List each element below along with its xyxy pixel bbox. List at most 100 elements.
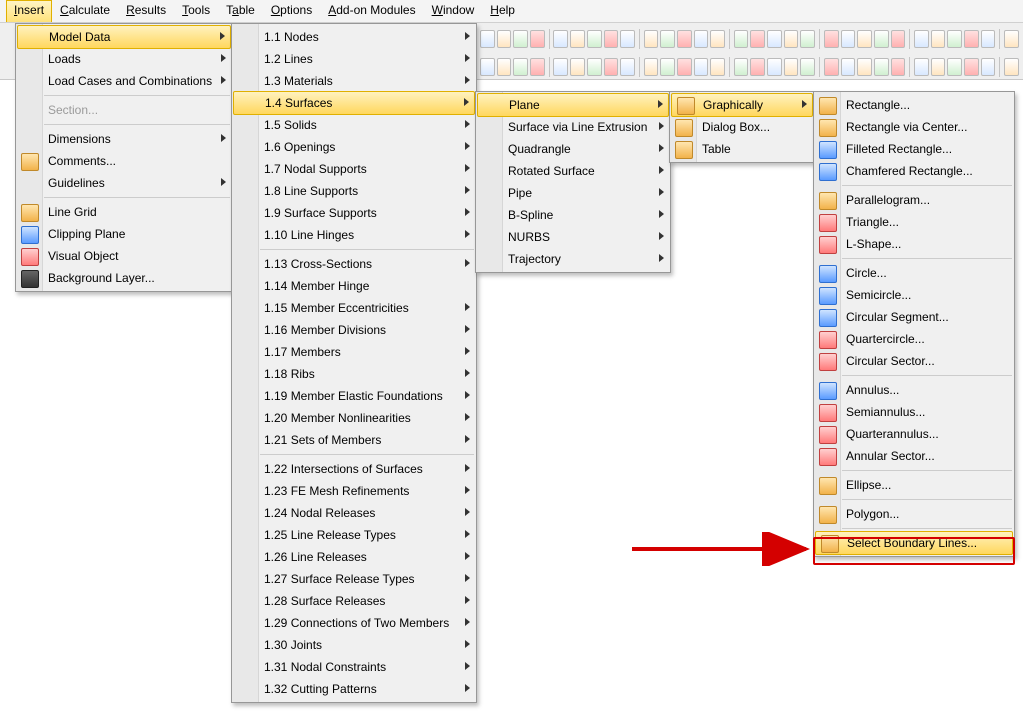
toolbar-button[interactable] (497, 30, 512, 48)
menu-item-line-grid[interactable]: Line Grid (16, 201, 232, 223)
toolbar-button[interactable] (824, 30, 839, 48)
toolbar-button[interactable] (800, 30, 815, 48)
menu-item-1-1-nodes[interactable]: 1.1 Nodes (232, 26, 476, 48)
menu-item-trajectory[interactable]: Trajectory (476, 248, 670, 270)
menu-item-1-29-connections-of-two-members[interactable]: 1.29 Connections of Two Members (232, 612, 476, 634)
toolbar-button[interactable] (874, 30, 889, 48)
toolbar-button[interactable] (710, 30, 725, 48)
toolbar-button[interactable] (931, 30, 946, 48)
menu-item-nurbs[interactable]: NURBS (476, 226, 670, 248)
menu-item-quartercircle[interactable]: Quartercircle... (814, 328, 1014, 350)
menu-item-pipe[interactable]: Pipe (476, 182, 670, 204)
menu-item-rotated-surface[interactable]: Rotated Surface (476, 160, 670, 182)
menu-item-annulus[interactable]: Annulus... (814, 379, 1014, 401)
toolbar-button[interactable] (660, 30, 675, 48)
menu-item-semicircle[interactable]: Semicircle... (814, 284, 1014, 306)
menu-item-ellipse[interactable]: Ellipse... (814, 474, 1014, 496)
menu-item-chamfered-rectangle[interactable]: Chamfered Rectangle... (814, 160, 1014, 182)
menu-item-1-21-sets-of-members[interactable]: 1.21 Sets of Members (232, 429, 476, 451)
menu-item-1-10-line-hinges[interactable]: 1.10 Line Hinges (232, 224, 476, 246)
menu-item-graphically[interactable]: Graphically (671, 93, 813, 117)
menu-item-1-32-cutting-patterns[interactable]: 1.32 Cutting Patterns (232, 678, 476, 700)
menu-item-loads[interactable]: Loads (16, 48, 232, 70)
toolbar-button[interactable] (981, 30, 996, 48)
menu-item-filleted-rectangle[interactable]: Filleted Rectangle... (814, 138, 1014, 160)
menu-item-plane[interactable]: Plane (477, 93, 669, 117)
menu-item-1-17-members[interactable]: 1.17 Members (232, 341, 476, 363)
toolbar-button[interactable] (981, 58, 996, 76)
toolbar-button[interactable] (644, 30, 659, 48)
toolbar-button[interactable] (767, 58, 782, 76)
menu-item-dialog-box[interactable]: Dialog Box... (670, 116, 814, 138)
menu-item-parallelogram[interactable]: Parallelogram... (814, 189, 1014, 211)
menu-item-clipping-plane[interactable]: Clipping Plane (16, 223, 232, 245)
menu-item-1-28-surface-releases[interactable]: 1.28 Surface Releases (232, 590, 476, 612)
toolbar-button[interactable] (891, 58, 906, 76)
menubar-item-insert[interactable]: Insert (6, 0, 52, 22)
menu-item-1-31-nodal-constraints[interactable]: 1.31 Nodal Constraints (232, 656, 476, 678)
toolbar-button[interactable] (857, 30, 872, 48)
toolbar-button[interactable] (497, 58, 512, 76)
menu-item-1-24-nodal-releases[interactable]: 1.24 Nodal Releases (232, 502, 476, 524)
toolbar-button[interactable] (734, 30, 749, 48)
menu-item-1-2-lines[interactable]: 1.2 Lines (232, 48, 476, 70)
menu-item-rectangle-via-center[interactable]: Rectangle via Center... (814, 116, 1014, 138)
menu-item-comments[interactable]: Comments... (16, 150, 232, 172)
menu-item-1-26-line-releases[interactable]: 1.26 Line Releases (232, 546, 476, 568)
menu-item-1-19-member-elastic-foundations[interactable]: 1.19 Member Elastic Foundations (232, 385, 476, 407)
menu-item-1-30-joints[interactable]: 1.30 Joints (232, 634, 476, 656)
toolbar-button[interactable] (604, 30, 619, 48)
toolbar-button[interactable] (480, 58, 495, 76)
menu-item-visual-object[interactable]: Visual Object (16, 245, 232, 267)
menu-item-background-layer[interactable]: Background Layer... (16, 267, 232, 289)
toolbar-button[interactable] (513, 30, 528, 48)
menu-item-1-14-member-hinge[interactable]: 1.14 Member Hinge (232, 275, 476, 297)
toolbar-button[interactable] (964, 30, 979, 48)
menu-item-1-16-member-divisions[interactable]: 1.16 Member Divisions (232, 319, 476, 341)
menubar-item-window[interactable]: Window (424, 0, 483, 22)
menu-item-1-13-cross-sections[interactable]: 1.13 Cross-Sections (232, 253, 476, 275)
menubar-item-addonmodules[interactable]: Add-on Modules (320, 0, 423, 22)
toolbar-button[interactable] (694, 30, 709, 48)
toolbar-button[interactable] (914, 58, 929, 76)
menu-item-quadrangle[interactable]: Quadrangle (476, 138, 670, 160)
toolbar-button[interactable] (964, 58, 979, 76)
menu-item-1-3-materials[interactable]: 1.3 Materials (232, 70, 476, 92)
toolbar-button[interactable] (824, 58, 839, 76)
menu-item-circular-segment[interactable]: Circular Segment... (814, 306, 1014, 328)
toolbar-button[interactable] (644, 58, 659, 76)
toolbar-button[interactable] (480, 30, 495, 48)
menu-item-surface-via-line-extrusion[interactable]: Surface via Line Extrusion (476, 116, 670, 138)
menu-item-1-7-nodal-supports[interactable]: 1.7 Nodal Supports (232, 158, 476, 180)
toolbar-button[interactable] (1004, 58, 1019, 76)
menubar-item-help[interactable]: Help (482, 0, 523, 22)
toolbar-button[interactable] (1004, 30, 1019, 48)
toolbar-button[interactable] (750, 30, 765, 48)
menu-item-1-15-member-eccentricities[interactable]: 1.15 Member Eccentricities (232, 297, 476, 319)
menu-item-1-25-line-release-types[interactable]: 1.25 Line Release Types (232, 524, 476, 546)
toolbar-button[interactable] (857, 58, 872, 76)
menu-item-polygon[interactable]: Polygon... (814, 503, 1014, 525)
toolbar-button[interactable] (841, 58, 856, 76)
toolbar-button[interactable] (530, 30, 545, 48)
menu-item-l-shape[interactable]: L-Shape... (814, 233, 1014, 255)
toolbar-button[interactable] (553, 58, 568, 76)
toolbar-button[interactable] (931, 58, 946, 76)
menu-item-model-data[interactable]: Model Data (17, 25, 231, 49)
toolbar-button[interactable] (530, 58, 545, 76)
menu-item-select-boundary-lines[interactable]: Select Boundary Lines... (815, 531, 1013, 555)
menubar-item-tools[interactable]: Tools (174, 0, 218, 22)
menu-item-circular-sector[interactable]: Circular Sector... (814, 350, 1014, 372)
menu-item-annular-sector[interactable]: Annular Sector... (814, 445, 1014, 467)
toolbar-button[interactable] (710, 58, 725, 76)
menu-item-rectangle[interactable]: Rectangle... (814, 94, 1014, 116)
toolbar-button[interactable] (784, 30, 799, 48)
menu-item-b-spline[interactable]: B-Spline (476, 204, 670, 226)
toolbar-button[interactable] (914, 30, 929, 48)
menubar-item-table[interactable]: Table (218, 0, 263, 22)
toolbar-button[interactable] (620, 30, 635, 48)
menu-item-circle[interactable]: Circle... (814, 262, 1014, 284)
menu-item-1-4-surfaces[interactable]: 1.4 Surfaces (233, 91, 475, 115)
toolbar-button[interactable] (750, 58, 765, 76)
toolbar-button[interactable] (841, 30, 856, 48)
